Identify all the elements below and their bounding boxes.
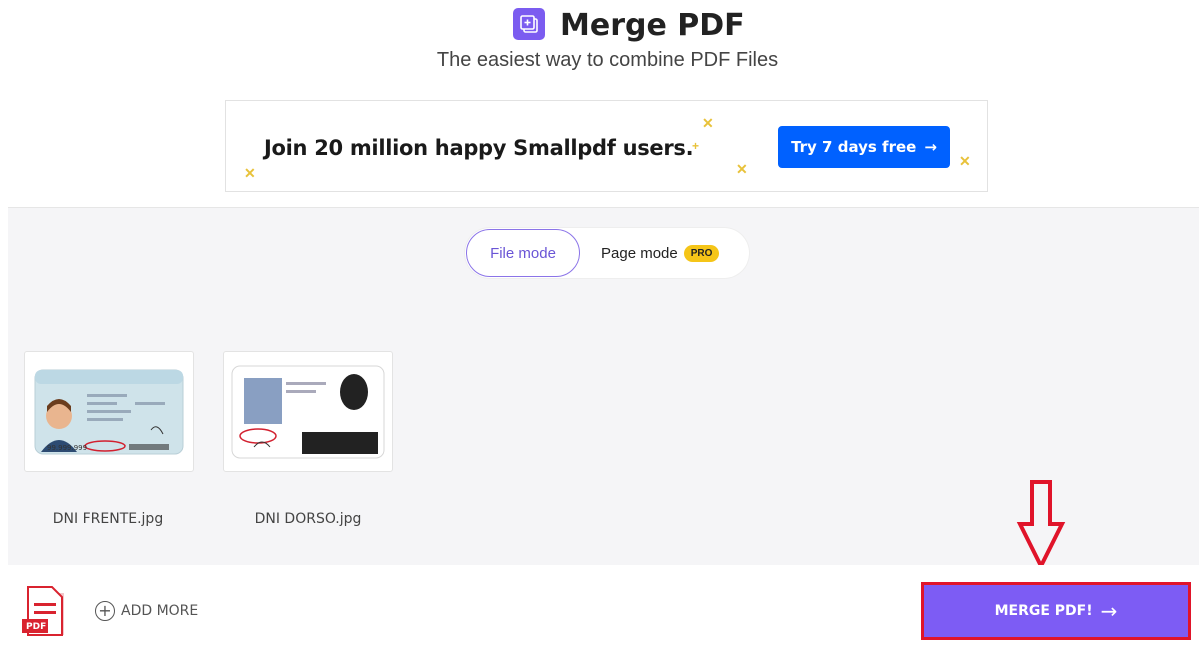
add-more-label: ADD MORE [121,603,199,619]
red-arrow-annotation [1016,480,1066,570]
sparkle-icon: ✕ [736,161,748,177]
svg-text:99.999.999: 99.999.999 [47,444,87,452]
file-mode-tab[interactable]: File mode [466,229,580,277]
page-header: Merge PDF The easiest way to combine PDF… [0,0,1199,95]
file-mode-label: File mode [490,244,556,262]
pdf-file-icon: PDF [22,586,64,636]
promo-banner: Join 20 million happy Smallpdf users. ✕ … [225,100,988,192]
sparkle-icon: ✕ [244,165,256,181]
file-name-2: DNI DORSO.jpg [254,511,362,527]
sparkle-icon: ✕ [702,115,714,131]
id-card-back-image [231,365,385,459]
arrow-right-icon: → [1100,599,1118,623]
merge-pdf-label: MERGE PDF! [994,603,1093,619]
page-mode-label: Page mode [601,244,678,262]
pdf-icon-label: PDF [26,622,46,632]
mode-toggle: File mode Page mode PRO [465,228,749,278]
page-title: Merge PDF [560,8,745,43]
promo-text: Join 20 million happy Smallpdf users. [264,136,694,160]
file-thumbnail-1[interactable]: 99.999.999 [24,351,194,472]
try-free-button[interactable]: Try 7 days free → [778,126,950,168]
file-name-1: DNI FRENTE.jpg [52,511,164,527]
pro-badge: PRO [683,244,720,262]
sparkle-icon: ✕ [959,153,971,169]
page-mode-tab[interactable]: Page mode PRO [601,229,720,277]
merge-pdf-icon [513,8,545,40]
page-subtitle: The easiest way to combine PDF Files [436,49,779,71]
merge-pdf-button[interactable]: MERGE PDF! → [921,582,1191,640]
sparkle-icon: + [692,139,700,153]
id-card-front-image: 99.999.999 [34,369,184,455]
action-bar: PDF + ADD MORE MERGE PDF! → [0,565,1199,655]
file-thumbnail-2[interactable] [223,351,393,472]
add-more-button[interactable]: + ADD MORE [95,601,198,621]
plus-circle-icon: + [95,601,115,621]
try-free-label: Try 7 days free [791,138,917,156]
arrow-right-icon: → [924,138,937,156]
